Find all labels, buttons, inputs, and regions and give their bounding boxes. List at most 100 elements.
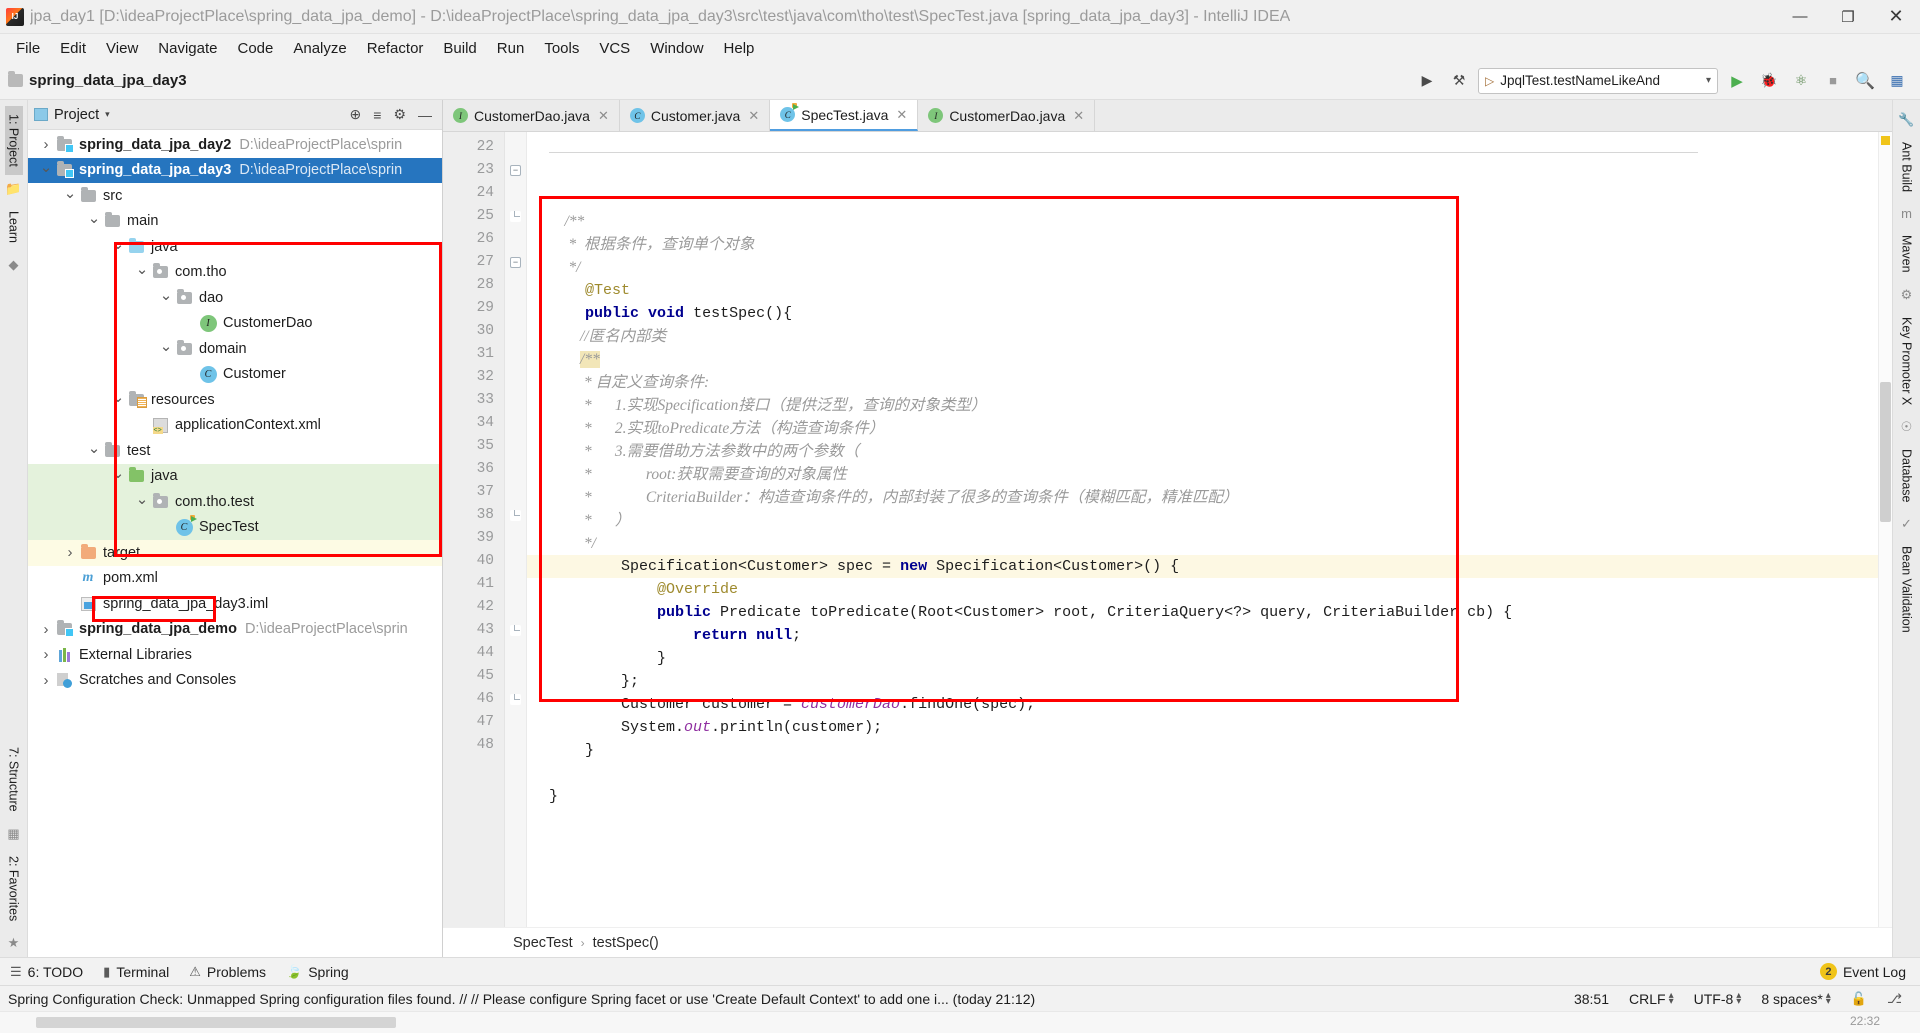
code-line-40[interactable]: public Predicate toPredicate(Root<Custom… xyxy=(527,601,1878,624)
run-with-coverage-button[interactable]: ⚛ xyxy=(1788,68,1814,94)
sidebar-item-database[interactable]: Database xyxy=(1898,441,1916,511)
line-number-34[interactable]: 34 xyxy=(443,412,504,435)
menu-navigate[interactable]: Navigate xyxy=(148,38,227,59)
tree-node-pom-xml[interactable]: m pom.xml xyxy=(28,566,442,592)
close-icon[interactable]: ✕ xyxy=(748,108,759,124)
code-line-35[interactable]: * CriteriaBuilder：构造查询条件的，内部封装了很多的查询条件（模… xyxy=(527,486,1878,509)
collapse-all-icon[interactable]: ≡ xyxy=(373,107,381,123)
code-line-37[interactable]: */ xyxy=(527,532,1878,555)
tree-node-spring-data-jpa-day3[interactable]: spring_data_jpa_day3 D:\ideaProjectPlace\… xyxy=(28,157,442,183)
toggle-down-icon[interactable] xyxy=(62,187,78,205)
tree-node-spring-data-jpa-demo[interactable]: spring_data_jpa_demo D:\ideaProjectPlace\… xyxy=(28,617,442,643)
search-everywhere-icon[interactable]: 🔍 xyxy=(1852,68,1878,94)
line-number-30[interactable]: 30 xyxy=(443,320,504,343)
code-line-33[interactable]: * 3.需要借助方法参数中的两个参数（ xyxy=(527,440,1878,463)
tree-node-domain[interactable]: domain xyxy=(28,336,442,362)
tree-node-com-tho[interactable]: com.tho xyxy=(28,260,442,286)
line-number-47[interactable]: 47 xyxy=(443,711,504,734)
horizontal-scrollbar-thumb[interactable] xyxy=(36,1017,396,1028)
run-configuration-selector[interactable]: ▷ JpqlTest.testNameLikeAnd ▾ xyxy=(1478,67,1718,94)
minimize-button[interactable]: — xyxy=(1776,0,1824,33)
line-number-43[interactable]: 43 xyxy=(443,619,504,642)
sidebar-item-structure[interactable]: 7: Structure xyxy=(5,739,23,820)
tree-node-applicationcontext-xml[interactable]: applicationContext.xml xyxy=(28,413,442,439)
fold-end-icon[interactable] xyxy=(510,510,521,521)
sidebar-item-bean-validation[interactable]: Bean Validation xyxy=(1898,538,1916,641)
tool-window-problems[interactable]: ⚠ Problems xyxy=(189,964,266,980)
tree-node-spring-data-jpa-day2[interactable]: spring_data_jpa_day2 D:\ideaProjectPlace\… xyxy=(28,132,442,158)
line-number-26[interactable]: 26 xyxy=(443,228,504,251)
line-separator-selector[interactable]: CRLF ▴ ▾ xyxy=(1619,990,1684,1007)
tree-node-com-tho-test[interactable]: com.tho.test xyxy=(28,489,442,515)
code-line-27[interactable]: public void testSpec(){ xyxy=(527,302,1878,325)
toggle-down-icon[interactable] xyxy=(110,238,126,256)
tool-window-event-log-label[interactable]: Event Log xyxy=(1843,964,1906,980)
breadcrumb-method[interactable]: testSpec() xyxy=(593,935,659,951)
editor-tab-spectest-java-2[interactable]: C SpecTest.java ✕ xyxy=(770,100,919,131)
line-number-42[interactable]: 42 xyxy=(443,596,504,619)
tool-window-todo[interactable]: ☰ 6: TODO xyxy=(10,964,83,980)
line-number-gutter[interactable]: 22232425262728293031323334353637383940⇧@… xyxy=(443,132,536,927)
line-number-41[interactable]: 41 xyxy=(443,573,504,596)
tree-node-dao[interactable]: dao xyxy=(28,285,442,311)
stop-button[interactable]: ■ xyxy=(1820,68,1846,94)
close-icon[interactable]: ✕ xyxy=(1073,108,1084,124)
gear-icon[interactable]: ⚙ xyxy=(393,106,406,123)
caret-position[interactable]: 38:51 xyxy=(1564,991,1619,1007)
sidebar-item-key-promoter-x[interactable]: Key Promoter X xyxy=(1898,309,1916,413)
editor-tab-customer-java-1[interactable]: C Customer.java ✕ xyxy=(619,100,771,131)
tool-window-spring[interactable]: 🍃 Spring xyxy=(286,964,349,980)
code-line-44[interactable]: Customer customer = customerDao.findOne(… xyxy=(527,693,1878,716)
code-line-28[interactable]: //匿名内部类 xyxy=(527,325,1878,348)
tree-node-src[interactable]: src xyxy=(28,183,442,209)
build-project-icon[interactable]: ▶ xyxy=(1414,68,1440,94)
fold-marker-25[interactable] xyxy=(505,205,526,228)
editor-tab-customerdao-java-3[interactable]: I CustomerDao.java ✕ xyxy=(918,100,1096,131)
toolbar-breadcrumb[interactable]: spring_data_jpa_day3 xyxy=(29,72,187,89)
fold-end-icon[interactable] xyxy=(510,625,521,636)
toggle-down-icon[interactable] xyxy=(158,340,174,358)
line-number-44[interactable]: 44 xyxy=(443,642,504,665)
toggle-down-icon[interactable] xyxy=(158,289,174,307)
code-line-22[interactable] xyxy=(527,187,1878,210)
menu-window[interactable]: Window xyxy=(640,38,713,59)
code-line-31[interactable]: * 1.实现Specification接口（提供泛型，查询的对象类型） xyxy=(527,394,1878,417)
code-line-23[interactable]: /** xyxy=(527,210,1878,233)
toggle-down-icon[interactable] xyxy=(134,263,150,281)
read-only-toggle-icon[interactable]: 🔓 xyxy=(1841,991,1877,1007)
line-number-24[interactable]: 24 xyxy=(443,182,504,205)
toggle-right-icon[interactable] xyxy=(38,621,54,638)
menu-view[interactable]: View xyxy=(96,38,148,59)
code-line-24[interactable]: * 根据条件，查询单个对象 xyxy=(527,233,1878,256)
code-line-43[interactable]: }; xyxy=(527,670,1878,693)
fold-marker-38[interactable] xyxy=(505,504,526,527)
encoding-selector[interactable]: UTF-8 ▴ ▾ xyxy=(1684,990,1752,1007)
line-number-48[interactable]: 48 xyxy=(443,734,504,757)
toggle-down-icon[interactable] xyxy=(38,161,54,179)
toggle-down-icon[interactable] xyxy=(134,493,150,511)
tree-node-spring-data-jpa-day3-iml[interactable]: spring_data_jpa_day3.iml xyxy=(28,591,442,617)
sidebar-item-project[interactable]: 1: Project xyxy=(4,106,23,175)
line-number-46[interactable]: 46 xyxy=(443,688,504,711)
line-number-36[interactable]: 36 xyxy=(443,458,504,481)
menu-file[interactable]: File xyxy=(6,38,50,59)
code-line-42[interactable]: } xyxy=(527,647,1878,670)
hide-panel-icon[interactable]: — xyxy=(418,107,432,123)
hammer-icon[interactable]: ⚒ xyxy=(1446,68,1472,94)
fold-marker-27[interactable]: − xyxy=(505,251,526,274)
toggle-right-icon[interactable] xyxy=(62,544,78,561)
git-branch-icon[interactable]: ⎇ xyxy=(1877,991,1912,1007)
line-number-27[interactable]: 27 xyxy=(443,251,518,274)
code-line-47[interactable] xyxy=(527,762,1878,785)
line-number-38[interactable]: 38 xyxy=(443,504,504,527)
code-line-36[interactable]: * ） xyxy=(527,509,1878,532)
line-number-22[interactable]: 22 xyxy=(443,136,504,159)
menu-edit[interactable]: Edit xyxy=(50,38,96,59)
line-number-45[interactable]: 45 xyxy=(443,665,504,688)
code-line-39[interactable]: @Override xyxy=(527,578,1878,601)
close-icon[interactable]: ✕ xyxy=(598,108,609,124)
status-message[interactable]: Spring Configuration Check: Unmapped Spr… xyxy=(8,991,1564,1007)
tool-window-terminal[interactable]: ▮ Terminal xyxy=(103,964,169,980)
sidebar-item-favorites[interactable]: 2: Favorites xyxy=(5,848,23,929)
code-line-30[interactable]: * 自定义查询条件: xyxy=(527,371,1878,394)
